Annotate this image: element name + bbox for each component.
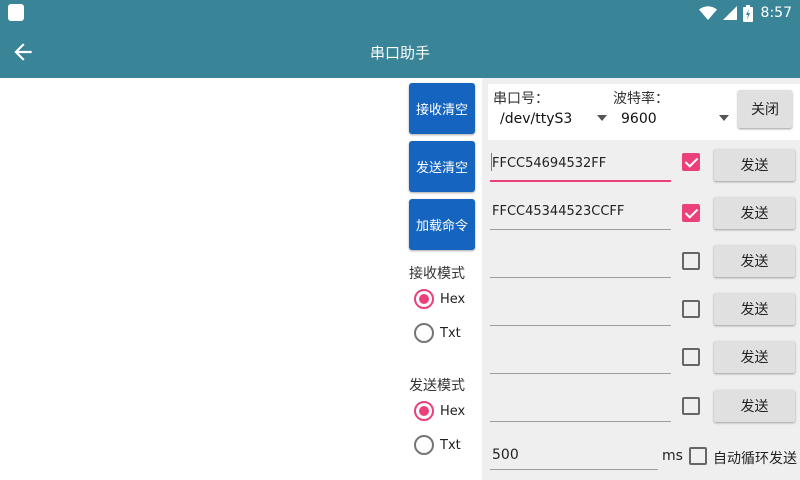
command-row: 发送 [488,334,800,382]
page-title: 串口助手 [369,44,430,62]
auto-send-label: 自动循环发送 [713,451,797,467]
send-button[interactable]: 发送 [714,245,795,277]
status-icons: 8:57 [698,0,792,26]
command-checkbox[interactable] [682,252,700,270]
command-row: 发送 [488,382,800,430]
radio-label: Hex [440,291,466,307]
command-row: FFCC45344523CCFF 发送 [488,190,800,238]
command-checkbox[interactable] [682,397,700,415]
radio-label: Txt [440,325,461,341]
battery-icon [742,4,753,22]
command-input[interactable]: FFCC54694532FF [490,142,671,182]
app-toolbar: 串口助手 [0,26,800,78]
baud-label: 波特率： [613,91,669,107]
cell-signal-icon [722,6,737,20]
send-mode-hex-radio[interactable]: Hex [414,401,465,421]
interval-unit: ms [662,448,683,464]
command-input[interactable] [490,382,671,422]
radio-indicator[interactable] [414,323,434,343]
command-row: 发送 [488,286,800,334]
status-bar: 8:57 [0,0,800,26]
receive-data-area[interactable] [0,78,400,480]
radio-indicator[interactable] [414,435,434,455]
wifi-icon [698,6,717,20]
send-button[interactable]: 发送 [714,390,795,422]
command-checkbox[interactable] [682,153,700,171]
port-label: 串口号： [493,91,549,107]
auto-send-row: 500 ms 自动循环发送 [488,438,800,472]
command-input[interactable] [490,238,671,278]
close-port-button[interactable]: 关闭 [738,90,792,128]
command-row: 发送 [488,238,800,286]
receive-mode-hex-radio[interactable]: Hex [414,289,465,309]
command-input[interactable] [490,334,671,374]
receive-mode-label: 接收模式 [409,266,465,282]
port-dropdown-arrow-icon[interactable] [597,115,607,121]
command-input[interactable]: FFCC45344523CCFF [490,190,671,230]
send-button[interactable]: 发送 [714,341,795,373]
port-select[interactable]: /dev/ttyS3 [500,111,572,127]
radio-indicator[interactable] [414,289,434,309]
command-input[interactable] [490,286,671,326]
baud-select[interactable]: 9600 [621,111,657,127]
send-button[interactable]: 发送 [714,197,795,229]
command-checkbox[interactable] [682,300,700,318]
command-checkbox[interactable] [682,348,700,366]
interval-input[interactable]: 500 [490,438,658,470]
text-cursor [491,153,492,171]
auto-send-checkbox[interactable] [689,447,707,465]
send-button[interactable]: 发送 [714,293,795,325]
radio-indicator[interactable] [414,401,434,421]
clear-send-button[interactable]: 发送清空 [409,141,475,192]
send-mode-txt-radio[interactable]: Txt [414,435,461,455]
command-row: FFCC54694532FF 发送 [488,142,800,190]
command-checkbox[interactable] [682,204,700,222]
send-button[interactable]: 发送 [714,149,795,181]
radio-label: Hex [440,403,466,419]
send-mode-label: 发送模式 [409,378,465,394]
status-time: 8:57 [760,5,792,21]
baud-dropdown-arrow-icon[interactable] [719,115,729,121]
receive-mode-txt-radio[interactable]: Txt [414,323,461,343]
clear-receive-button[interactable]: 接收清空 [409,83,475,134]
app-notification-icon [8,4,24,21]
radio-label: Txt [440,437,461,453]
load-commands-button[interactable]: 加载命令 [409,199,475,250]
control-column: 接收清空 发送清空 加载命令 接收模式 Hex Txt 发送模式 Hex Txt [400,78,482,480]
